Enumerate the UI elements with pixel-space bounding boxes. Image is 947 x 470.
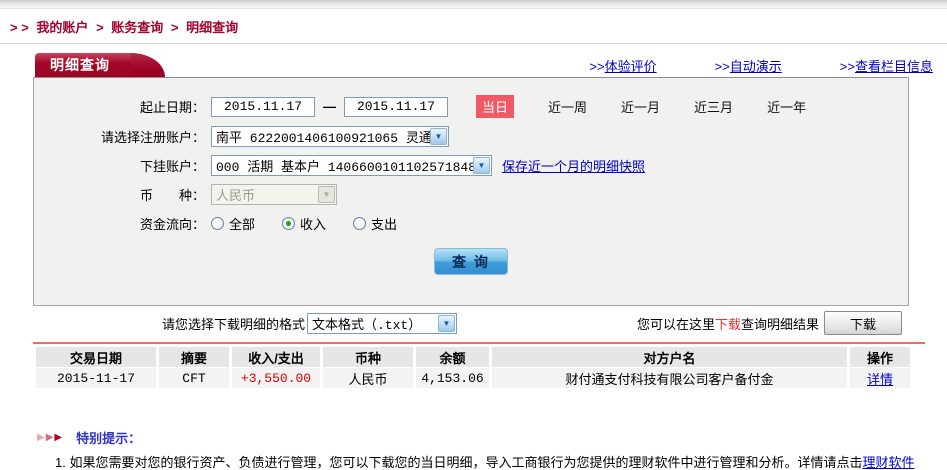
- end-date-input[interactable]: [344, 96, 448, 117]
- download-hint: 您可以在这里 下载 查询明细结果 下载: [637, 311, 902, 335]
- notice-title: 特别提示：: [76, 431, 142, 446]
- radio-icon[interactable]: [353, 216, 367, 230]
- top-strip: [0, 0, 947, 9]
- currency-value: 人民币: [216, 188, 256, 204]
- transaction-table: 交易日期 摘要 收入/支出 币种 余额 对方户名 操作 2015-11-17 C…: [33, 346, 913, 389]
- cell-amount: +3,550.00: [232, 368, 320, 388]
- sub-account-select[interactable]: 000 活期 基本户 1406600101102571848 ▼: [211, 154, 492, 176]
- currency-row: 币 种： 人民币 ▼: [34, 183, 908, 205]
- registered-account-row: 请选择注册账户： 南平 6222001406100921065 灵通卡 ▼: [34, 125, 908, 147]
- quick-range-month[interactable]: 近一月: [621, 97, 660, 116]
- special-notice: ▶▶▶ 特别提示： 1. 如果您需要对您的银行资产、负债进行管理，您可以下载您的…: [0, 428, 947, 470]
- sub-account-label: 下挂账户：: [139, 158, 205, 174]
- link-experience-review[interactable]: >>体验评价: [589, 56, 656, 75]
- download-format-select[interactable]: 文本格式（.txt） ▼: [307, 312, 458, 334]
- fund-flow-row: 资金流向： 全部 收入 支出: [34, 212, 908, 234]
- currency-select: 人民币 ▼: [211, 183, 337, 205]
- link-prefix: >>: [839, 58, 855, 74]
- fund-flow-option-expense-label: 支出: [371, 216, 398, 232]
- snapshot-link[interactable]: 保存近一个月的明细快照: [502, 156, 645, 175]
- link-prefix: >>: [589, 58, 605, 74]
- date-range-label: 起止日期：: [139, 100, 205, 115]
- download-format-label: 请您选择下载明细的格式: [162, 316, 306, 332]
- link-auto-demo[interactable]: >>自动演示: [715, 56, 782, 75]
- col-header-date: 交易日期: [36, 347, 156, 367]
- quick-range-quarter[interactable]: 近三月: [694, 97, 733, 116]
- fund-flow-option-all-label: 全部: [229, 216, 256, 232]
- start-date-input[interactable]: [211, 96, 315, 117]
- radio-checked-icon[interactable]: [282, 216, 296, 230]
- link-column-info[interactable]: >>查看栏目信息: [840, 56, 933, 75]
- fund-flow-option-income-label: 收入: [300, 216, 327, 232]
- registered-account-select[interactable]: 南平 6222001406100921065 灵通卡 ▼: [211, 125, 449, 147]
- fund-flow-option-all[interactable]: 全部: [211, 214, 255, 233]
- chevron-down-icon: ▼: [438, 314, 456, 332]
- quick-range-year[interactable]: 近一年: [767, 97, 806, 116]
- link-column-info-text[interactable]: 查看栏目信息: [855, 59, 933, 74]
- query-form-panel: 起止日期： — 当日 近一周 近一月 近三月 近一年 请选择注册账户： 南平 6…: [33, 77, 909, 306]
- cell-currency: 人民币: [323, 368, 413, 388]
- query-button-row: 查 询: [34, 248, 908, 275]
- cell-balance: 4,153.06: [416, 368, 489, 388]
- tab-row: 明细查询 >>体验评价 >>自动演示 >>查看栏目信息: [35, 53, 933, 77]
- breadcrumb: > > 我的账户 > 账务查询 > 明细查询: [0, 9, 947, 44]
- link-auto-demo-text[interactable]: 自动演示: [730, 59, 782, 74]
- download-hint-suffix: 查询明细结果: [740, 316, 819, 332]
- download-hint-prefix: 您可以在这里: [636, 316, 715, 332]
- red-separator-line: [33, 342, 925, 344]
- chevron-down-icon: ▼: [473, 156, 490, 174]
- detail-query-page: > > 我的账户 > 账务查询 > 明细查询 明细查询 >>体验评价 >>自动演…: [0, 0, 947, 470]
- fund-flow-label: 资金流向：: [139, 216, 205, 232]
- query-button[interactable]: 查 询: [434, 248, 508, 275]
- sub-account-row: 下挂账户： 000 活期 基本户 1406600101102571848 ▼ 保…: [34, 154, 908, 176]
- tab-detail-query[interactable]: 明细查询: [35, 53, 165, 77]
- notice-header: ▶▶▶ 特别提示：: [37, 428, 947, 447]
- table-header-row: 交易日期 摘要 收入/支出 币种 余额 对方户名 操作: [36, 347, 910, 367]
- col-header-amount: 收入/支出: [232, 347, 320, 367]
- breadcrumb-item-account-query[interactable]: 账务查询: [111, 20, 163, 35]
- download-row: 请您选择下载明细的格式 文本格式（.txt） ▼ 您可以在这里 下载 查询明细结…: [162, 311, 902, 335]
- detail-link[interactable]: 详情: [867, 372, 893, 387]
- notice-text: 1. 如果您需要对您的银行资产、负债进行管理，您可以下载您的当日明细，导入工商银…: [55, 455, 863, 470]
- breadcrumb-item-my-account[interactable]: 我的账户: [36, 20, 88, 35]
- breadcrumb-item-detail-query: 明细查询: [186, 20, 239, 35]
- quick-range-today[interactable]: 当日: [476, 95, 515, 118]
- registered-account-value: 南平 6222001406100921065 灵通卡: [216, 130, 430, 146]
- download-format-value: 文本格式（.txt）: [312, 317, 422, 333]
- table-row: 2015-11-17 CFT +3,550.00 人民币 4,153.06 财付…: [36, 368, 910, 388]
- fund-flow-option-income[interactable]: 收入: [282, 214, 326, 233]
- radio-icon[interactable]: [211, 216, 224, 230]
- quick-range-week[interactable]: 近一周: [548, 97, 587, 116]
- registered-account-label: 请选择注册账户：: [100, 129, 205, 145]
- col-header-currency: 币种: [323, 347, 413, 367]
- col-header-summary: 摘要: [159, 347, 229, 367]
- chevron-down-icon: ▼: [430, 127, 447, 145]
- col-header-counterparty: 对方户名: [492, 347, 847, 367]
- link-prefix: >>: [714, 58, 730, 74]
- col-header-balance: 余额: [416, 347, 489, 367]
- breadcrumb-prefix: > >: [10, 20, 29, 35]
- cell-date: 2015-11-17: [36, 368, 156, 388]
- fund-flow-option-expense[interactable]: 支出: [353, 214, 397, 233]
- breadcrumb-separator: >: [170, 20, 179, 35]
- date-range-row: 起止日期： — 当日 近一周 近一月 近三月 近一年: [34, 95, 908, 118]
- breadcrumb-separator: >: [96, 20, 104, 35]
- chevron-down-icon: ▼: [318, 185, 335, 203]
- link-experience-review-text[interactable]: 体验评价: [605, 59, 657, 74]
- notice-paragraph: 1. 如果您需要对您的银行资产、负债进行管理，您可以下载您的当日明细，导入工商银…: [33, 454, 922, 470]
- triple-arrow-icon: ▶▶▶: [37, 431, 64, 443]
- cell-counterparty: 财付通支付科技有限公司客户备付金: [492, 368, 847, 388]
- sub-account-value: 000 活期 基本户 1406600101102571848: [216, 159, 473, 175]
- download-button[interactable]: 下载: [824, 311, 902, 335]
- header-links: >>体验评价 >>自动演示 >>查看栏目信息: [531, 56, 933, 75]
- col-header-action: 操作: [850, 347, 910, 367]
- cell-summary: CFT: [159, 368, 229, 388]
- date-range-separator: —: [323, 99, 336, 114]
- download-hint-highlight: 下载: [714, 316, 741, 332]
- currency-label: 币 种：: [139, 187, 205, 203]
